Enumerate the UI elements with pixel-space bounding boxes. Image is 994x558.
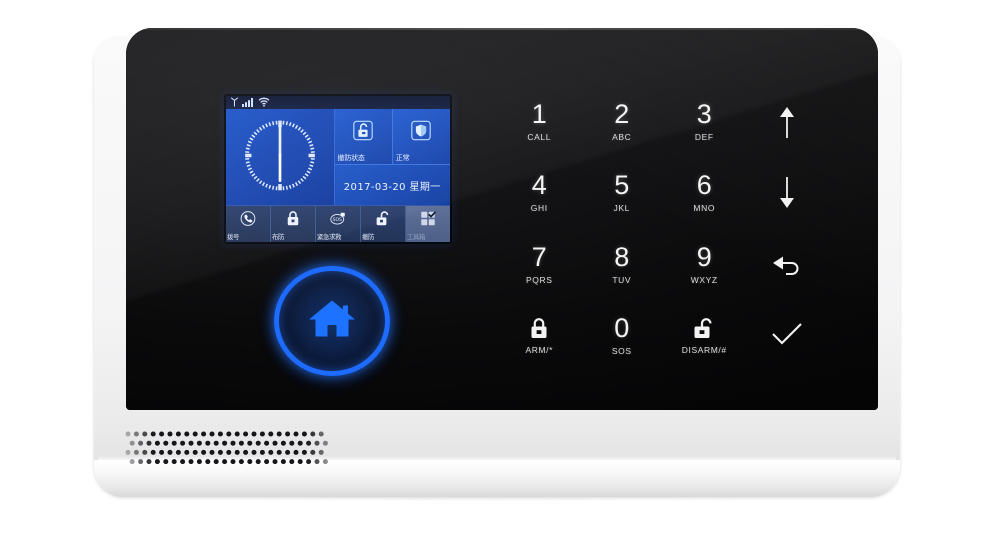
tile-arm-status-label: 撤防状态 (337, 154, 365, 163)
tile-system-status-label: 正常 (395, 154, 410, 163)
dock-item-arm[interactable]: 布防 (271, 206, 316, 242)
clock-widget[interactable] (226, 109, 335, 206)
dock-item-dial[interactable]: 拨号 (226, 206, 271, 242)
key-up-arrow[interactable] (746, 86, 829, 157)
arrow-down-icon (774, 176, 800, 210)
key-arm[interactable]: ARM/* (498, 300, 581, 371)
key-4-ghi-sublabel: GHI (530, 203, 548, 214)
sos-icon: SOS (329, 210, 348, 233)
key-6-mno[interactable]: 6 MNO (663, 157, 746, 228)
key-9-wxyz[interactable]: 9 WXYZ (663, 229, 746, 300)
key-0-sos-sublabel: SOS (611, 345, 632, 356)
back-arrow-icon (770, 251, 804, 277)
front-glass-panel: 撤防状态 正常 2017-03-20 星期一 拨号 布防 SOS 紧急求救 撤防… (126, 28, 878, 410)
dock-item-sos-label: 紧急求救 (317, 233, 341, 242)
key-7-pqrs[interactable]: 7 PQRS (498, 229, 581, 300)
lcd-main-area: 撤防状态 正常 2017-03-20 星期一 (226, 109, 450, 206)
checkmark-icon (770, 322, 804, 348)
phone-handset-icon (239, 210, 257, 233)
svg-text:SOS: SOS (333, 217, 342, 223)
lcd-dock-bar: 拨号 布防 SOS 紧急求救 撤防 工具箱 (226, 205, 450, 242)
key-back[interactable] (746, 229, 829, 300)
dock-item-disarm-label: 撤防 (362, 233, 374, 242)
unlocked-padlock-icon (352, 120, 374, 147)
keypad: 1 CALL 2 ABC 3 DEF 4 GHI 5 JKL 6 MNO 7 PQRS 8 TUV 9 WXYZ A… (498, 86, 828, 371)
key-5-jkl-digit: 5 (614, 170, 630, 201)
key-5-jkl-sublabel: JKL (613, 203, 630, 214)
key-8-tuv-digit: 8 (614, 241, 630, 272)
key-2-abc-sublabel: ABC (612, 132, 632, 143)
menu-grid-check-icon (419, 210, 437, 233)
dock-item-arm-label: 布防 (272, 233, 284, 242)
key-5-jkl[interactable]: 5 JKL (581, 157, 664, 228)
tile-arm-status[interactable]: 撤防状态 (334, 109, 393, 166)
speaker-grille (118, 426, 348, 470)
dock-item-disarm[interactable]: 撤防 (361, 206, 406, 242)
key-6-mno-sublabel: MNO (693, 203, 716, 214)
key-2-abc-digit: 2 (614, 99, 630, 130)
key-disarm-sublabel: DISARM/# (681, 344, 727, 355)
unlocked-padlock-icon (692, 316, 716, 341)
key-4-ghi-digit: 4 (531, 170, 547, 201)
key-confirm[interactable] (746, 300, 829, 371)
glass-top-edge (128, 28, 876, 30)
key-1-call-sublabel: CALL (527, 132, 552, 143)
dock-item-tools[interactable]: 工具箱 (406, 206, 450, 242)
key-1-call-digit: 1 (531, 99, 547, 130)
locked-padlock-icon (528, 316, 550, 341)
key-0-sos[interactable]: 0 SOS (581, 300, 664, 371)
analog-clock-icon (238, 113, 322, 202)
tile-system-status[interactable]: 正常 (392, 109, 450, 166)
key-3-def-sublabel: DEF (694, 132, 714, 143)
home-icon (307, 297, 357, 346)
shield-icon (410, 120, 432, 147)
key-3-def-digit: 3 (696, 99, 712, 130)
dock-item-tools-label: 工具箱 (407, 233, 425, 242)
key-8-tuv[interactable]: 8 TUV (581, 229, 664, 300)
key-3-def[interactable]: 3 DEF (663, 86, 746, 157)
lcd-status-bar (226, 96, 450, 109)
home-button[interactable] (258, 250, 406, 392)
key-8-tuv-sublabel: TUV (612, 274, 632, 285)
date-display: 2017-03-20 星期一 (334, 165, 450, 206)
key-2-abc[interactable]: 2 ABC (581, 86, 664, 157)
lcd-screen[interactable]: 撤防状态 正常 2017-03-20 星期一 拨号 布防 SOS 紧急求救 撤防… (224, 94, 452, 244)
key-0-sos-digit: 0 (614, 312, 630, 343)
key-7-pqrs-sublabel: PQRS (526, 274, 553, 285)
key-1-call[interactable]: 1 CALL (498, 86, 581, 157)
key-7-pqrs-digit: 7 (531, 241, 547, 272)
key-4-ghi[interactable]: 4 GHI (498, 157, 581, 228)
key-disarm[interactable]: DISARM/# (663, 300, 746, 371)
dock-item-dial-label: 拨号 (227, 233, 239, 242)
locked-padlock-icon (285, 210, 301, 233)
key-6-mno-digit: 6 (696, 170, 712, 201)
key-9-wxyz-digit: 9 (696, 241, 712, 272)
key-9-wxyz-sublabel: WXYZ (690, 274, 718, 285)
arrow-up-icon (774, 105, 800, 139)
unlocked-padlock-icon (375, 210, 392, 233)
alarm-panel-device: 撤防状态 正常 2017-03-20 星期一 拨号 布防 SOS 紧急求救 撤防… (88, 28, 906, 504)
dock-item-sos[interactable]: SOS 紧急求救 (316, 206, 361, 242)
key-arm-sublabel: ARM/* (525, 344, 554, 355)
key-down-arrow[interactable] (746, 157, 829, 228)
